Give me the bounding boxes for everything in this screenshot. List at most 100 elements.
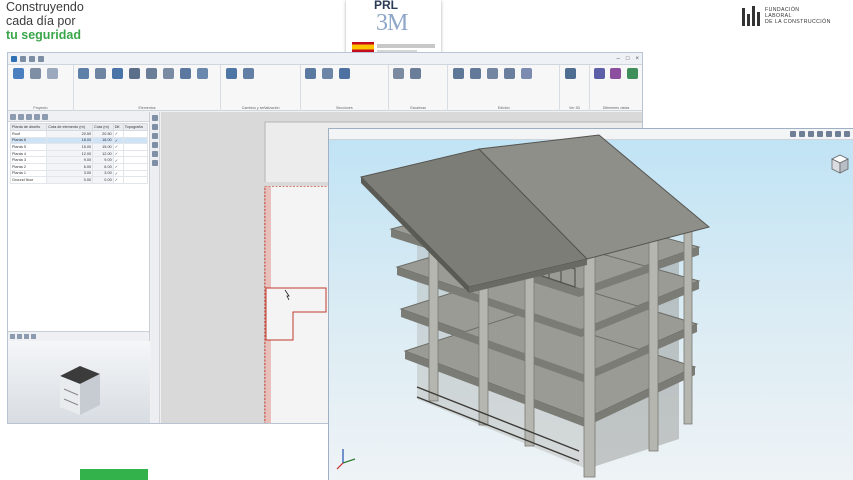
stairs-button[interactable] bbox=[392, 68, 406, 111]
ribbon-group-label: Secciones bbox=[336, 106, 353, 110]
structural-button[interactable] bbox=[28, 68, 42, 111]
search-icon bbox=[503, 68, 515, 79]
floor-height: 6.00 bbox=[92, 162, 114, 171]
diff-check[interactable]: ✓ bbox=[112, 136, 124, 145]
minimize-icon[interactable]: – bbox=[617, 56, 620, 62]
slogan-line-1: Construyendo bbox=[6, 0, 84, 14]
app-menu-icon[interactable] bbox=[11, 55, 17, 62]
topography-check[interactable] bbox=[122, 156, 149, 164]
table-row[interactable]: Planta 2 6.00 6.00 ✓ bbox=[9, 162, 149, 171]
rotate-icon[interactable] bbox=[17, 334, 22, 339]
diff-check[interactable]: ✓ bbox=[112, 130, 124, 138]
snap-icon[interactable] bbox=[152, 160, 158, 166]
diff-check[interactable]: ✓ bbox=[112, 169, 124, 178]
railing-button[interactable] bbox=[77, 68, 91, 111]
table-row[interactable]: Planta 6 18.00 18.00 ✓ bbox=[9, 136, 149, 145]
slope-icon bbox=[322, 68, 334, 79]
preview-toolbar bbox=[8, 332, 149, 341]
column-header: Topografía bbox=[122, 123, 149, 131]
table-row[interactable]: Planta 1 3.00 3.00 ✓ bbox=[9, 169, 149, 178]
signage-button[interactable] bbox=[224, 68, 238, 111]
topography-check[interactable] bbox=[122, 176, 149, 184]
close-icon[interactable]: × bbox=[635, 56, 639, 62]
diff-check[interactable]: ✓ bbox=[112, 156, 124, 164]
general-data-button[interactable] bbox=[11, 68, 25, 111]
stairs-icon bbox=[393, 68, 405, 79]
spain-flag-icon bbox=[352, 42, 374, 52]
zoom-icon[interactable] bbox=[10, 334, 15, 339]
lifeline-button[interactable] bbox=[196, 68, 210, 111]
element-height: 0.00 bbox=[46, 176, 94, 184]
pan-icon[interactable] bbox=[24, 334, 29, 339]
floor-settings-icon[interactable] bbox=[42, 114, 48, 120]
topography-check[interactable] bbox=[122, 169, 149, 178]
ribbon-group-3d: Ver 3D bbox=[560, 65, 590, 111]
help-button[interactable] bbox=[626, 68, 639, 111]
layers-icon[interactable] bbox=[152, 151, 158, 157]
hole-protection-button[interactable] bbox=[179, 68, 193, 111]
ribbon-group-sections: Secciones bbox=[301, 65, 389, 111]
distance-icon bbox=[242, 68, 254, 79]
table-row[interactable]: Planta 4 12.00 12.00 ✓ bbox=[9, 149, 149, 158]
table-row[interactable]: Planta 3 9.00 9.00 ✓ bbox=[9, 156, 149, 164]
fit-icon[interactable] bbox=[31, 334, 36, 339]
search-button[interactable] bbox=[502, 68, 516, 111]
floor-name: Planta 4 bbox=[9, 149, 48, 158]
topography-check[interactable] bbox=[122, 136, 149, 145]
trench-icon bbox=[339, 68, 351, 79]
scaffold-button[interactable] bbox=[145, 68, 159, 111]
copy-button[interactable] bbox=[485, 68, 499, 111]
undo-icon[interactable] bbox=[29, 55, 35, 62]
diff-check[interactable]: ✓ bbox=[112, 143, 124, 151]
redo-icon[interactable] bbox=[38, 55, 44, 62]
table-row[interactable]: Roof 20.50 20.50 ✓ bbox=[9, 130, 149, 138]
select-icon[interactable] bbox=[152, 115, 158, 121]
diff-check[interactable]: ✓ bbox=[112, 176, 124, 184]
edit-floor-icon[interactable] bbox=[18, 114, 24, 120]
zoom-in-icon[interactable] bbox=[152, 133, 158, 139]
slope-button[interactable] bbox=[321, 68, 335, 111]
3d-model-view[interactable] bbox=[328, 128, 853, 480]
floors-panel: Planta de diseño Cota de elemento (m) Co… bbox=[8, 112, 150, 331]
green-action-button[interactable] bbox=[80, 469, 148, 480]
topography-check[interactable] bbox=[122, 149, 149, 158]
topography-check[interactable] bbox=[122, 162, 149, 171]
grid-button[interactable] bbox=[45, 68, 59, 111]
distance-button[interactable] bbox=[241, 68, 255, 111]
preview-viewport[interactable] bbox=[8, 341, 150, 423]
delete-floor-icon[interactable] bbox=[26, 114, 32, 120]
measure-icon bbox=[469, 68, 481, 79]
vertical-net-button[interactable] bbox=[94, 68, 108, 111]
ribbon-toolbar: Proyecto Elementos Cambios y señalizació… bbox=[8, 65, 642, 111]
save-icon[interactable] bbox=[20, 55, 26, 62]
excavation-button[interactable] bbox=[304, 68, 318, 111]
update-button[interactable] bbox=[593, 68, 606, 111]
export-button[interactable] bbox=[609, 68, 622, 111]
topography-check[interactable] bbox=[122, 143, 149, 151]
diff-check[interactable]: ✓ bbox=[112, 149, 124, 158]
update-icon bbox=[594, 68, 606, 79]
measure-button[interactable] bbox=[468, 68, 482, 111]
diff-check[interactable]: ✓ bbox=[112, 162, 124, 171]
table-row[interactable]: Ground floor 0.00 0.00 ✓ bbox=[9, 176, 149, 184]
walkway-button[interactable] bbox=[409, 68, 423, 111]
view-button[interactable] bbox=[519, 68, 533, 111]
topography-check[interactable] bbox=[122, 130, 149, 138]
edge-protection-button[interactable] bbox=[111, 68, 125, 111]
view-3d-button[interactable] bbox=[563, 68, 577, 111]
crane-button[interactable] bbox=[128, 68, 142, 111]
hand-icon[interactable] bbox=[152, 124, 158, 130]
hole-protection-icon bbox=[180, 68, 192, 79]
table-row[interactable]: Planta 5 15.00 15.00 ✓ bbox=[9, 143, 149, 151]
export-icon bbox=[610, 68, 622, 79]
add-floor-icon[interactable] bbox=[10, 114, 16, 120]
lifeline-icon bbox=[197, 68, 209, 79]
draw-button[interactable] bbox=[451, 68, 465, 111]
copy-floor-icon[interactable] bbox=[34, 114, 40, 120]
floor-name: Planta 1 bbox=[9, 169, 48, 178]
fence-button[interactable] bbox=[162, 68, 176, 111]
column-header: Cota de elemento (m) bbox=[46, 123, 94, 131]
maximize-icon[interactable]: □ bbox=[626, 56, 630, 62]
zoom-out-icon[interactable] bbox=[152, 142, 158, 148]
trench-button[interactable] bbox=[338, 68, 352, 111]
